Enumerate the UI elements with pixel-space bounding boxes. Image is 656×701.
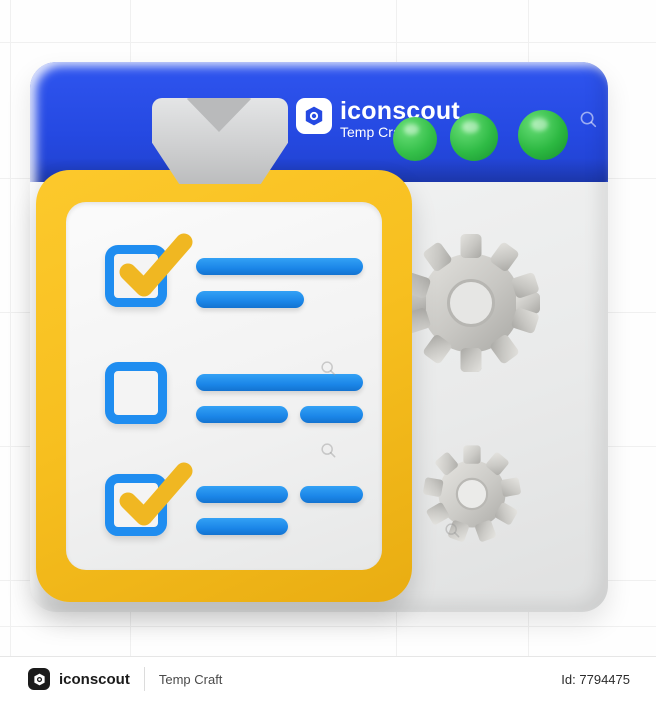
brand-name: iconscout: [340, 97, 460, 125]
footer-asset-id-label: Id:: [561, 671, 576, 687]
dot-gloss: [531, 118, 548, 131]
watermark-search-icon-2: [318, 440, 338, 465]
checklist-row-3-line-2: [196, 518, 288, 535]
grid-line-vertical: [10, 0, 11, 656]
gear-large: [396, 228, 546, 383]
footer-divider: [143, 667, 145, 691]
watermark-search-icon-3: [442, 520, 462, 545]
dot-gloss: [462, 120, 479, 134]
window-dot-1[interactable]: [393, 117, 437, 161]
checklist-row-1-line-1: [196, 258, 363, 275]
footer-bar: iconscout Temp Craft Id: 7794475: [0, 656, 656, 701]
illustration-canvas: iconscout Temp Craft: [0, 0, 656, 656]
watermark-search-icon-1: [318, 358, 338, 383]
grid-line-horizontal: [0, 42, 656, 43]
window-dot-2[interactable]: [450, 113, 498, 161]
checklist-row-3-line-1b: [300, 486, 363, 503]
iconscout-logo-icon: [296, 98, 332, 134]
checklist-row-2-checkbox[interactable]: [105, 362, 167, 424]
screenshot-root: iconscout Temp Craft iconscout Temp Craf…: [0, 0, 656, 701]
dot-gloss: [404, 124, 420, 136]
footer-asset-id: Id: 7794475: [561, 672, 630, 687]
footer-subtitle: Temp Craft: [158, 671, 223, 687]
checklist-row-1-check-icon: [110, 232, 194, 309]
watermark-search-icon: [577, 108, 599, 135]
window-dot-3[interactable]: [518, 110, 568, 160]
checklist-row-2-line-2b: [300, 406, 363, 423]
gear-small: [418, 440, 526, 553]
checklist-row-3-line-1a: [196, 486, 288, 503]
checklist-row-1-line-2: [196, 291, 304, 308]
footer-brand: iconscout: [59, 670, 130, 688]
footer-asset-id-value: 7794475: [579, 671, 630, 687]
grid-line-horizontal: [0, 626, 656, 627]
checklist-row-2-line-2a: [196, 406, 288, 423]
iconscout-logo-icon: [28, 668, 50, 690]
checklist-row-3-check-icon: [110, 461, 194, 538]
